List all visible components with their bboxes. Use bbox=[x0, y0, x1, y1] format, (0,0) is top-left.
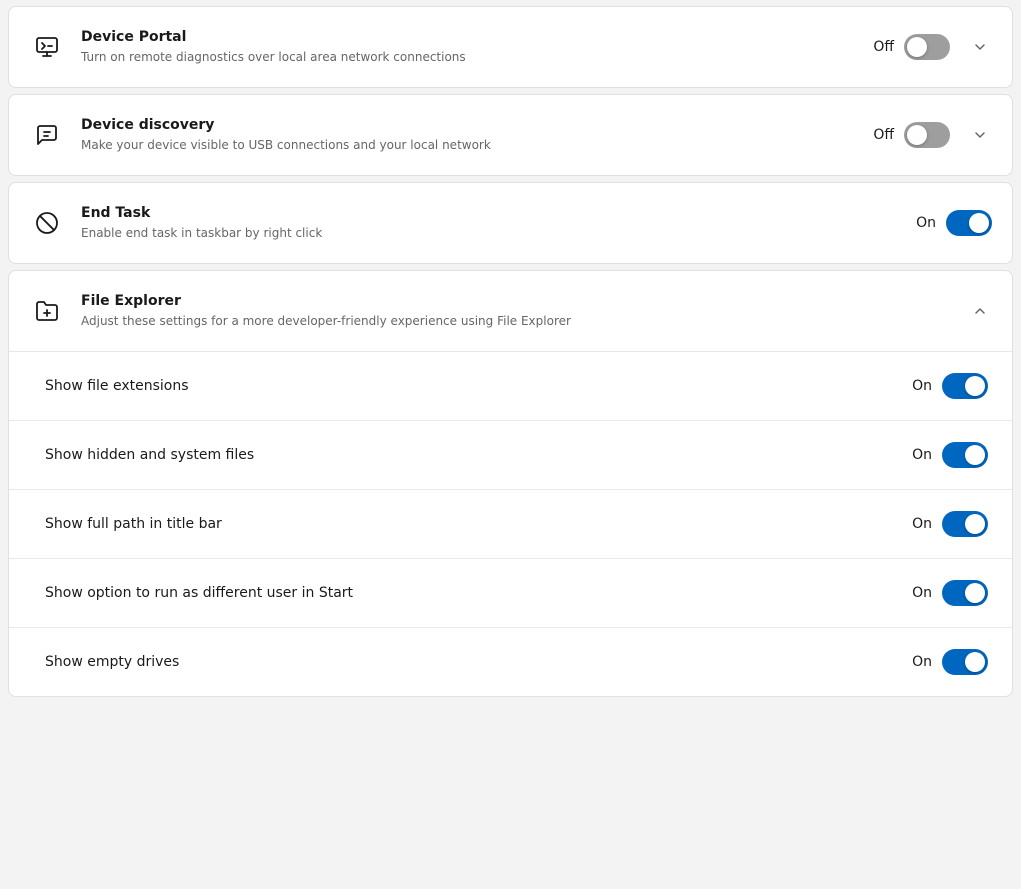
show-run-as-control: On bbox=[912, 580, 988, 606]
end-task-card: End Task Enable end task in taskbar by r… bbox=[8, 182, 1013, 264]
show-full-path-status: On bbox=[912, 516, 932, 532]
device-portal-text: Device Portal Turn on remote diagnostics… bbox=[81, 28, 873, 66]
show-run-as-thumb bbox=[965, 583, 985, 603]
show-empty-drives-control: On bbox=[912, 649, 988, 675]
device-portal-thumb bbox=[907, 37, 927, 57]
file-explorer-control bbox=[960, 299, 992, 323]
show-hidden-files-thumb bbox=[965, 445, 985, 465]
file-explorer-title: File Explorer bbox=[81, 292, 960, 312]
show-full-path-label: Show full path in title bar bbox=[45, 516, 912, 532]
show-file-extensions-thumb bbox=[965, 376, 985, 396]
device-portal-title: Device Portal bbox=[81, 28, 873, 48]
show-empty-drives-status: On bbox=[912, 654, 932, 670]
show-file-extensions-control: On bbox=[912, 373, 988, 399]
end-task-status: On bbox=[916, 215, 936, 231]
show-file-extensions-toggle[interactable] bbox=[942, 373, 988, 399]
show-empty-drives-toggle[interactable] bbox=[942, 649, 988, 675]
folder-icon bbox=[29, 293, 65, 329]
show-run-as-toggle[interactable] bbox=[942, 580, 988, 606]
end-task-title: End Task bbox=[81, 204, 916, 224]
device-portal-control: Off bbox=[873, 34, 992, 60]
end-task-description: Enable end task in taskbar by right clic… bbox=[81, 225, 916, 242]
show-hidden-files-label: Show hidden and system files bbox=[45, 447, 912, 463]
device-portal-status: Off bbox=[873, 39, 894, 55]
end-task-control: On bbox=[916, 210, 992, 236]
device-discovery-thumb bbox=[907, 125, 927, 145]
show-hidden-files-toggle[interactable] bbox=[942, 442, 988, 468]
device-discovery-title: Device discovery bbox=[81, 116, 873, 136]
device-discovery-text: Device discovery Make your device visibl… bbox=[81, 116, 873, 154]
file-explorer-card: File Explorer Adjust these settings for … bbox=[8, 270, 1013, 697]
show-file-extensions-row: Show file extensions On bbox=[9, 352, 1012, 420]
show-file-extensions-label: Show file extensions bbox=[45, 378, 912, 394]
show-empty-drives-label: Show empty drives bbox=[45, 654, 912, 670]
show-full-path-row: Show full path in title bar On bbox=[9, 490, 1012, 558]
device-discovery-toggle[interactable] bbox=[904, 122, 950, 148]
show-full-path-control: On bbox=[912, 511, 988, 537]
show-empty-drives-row: Show empty drives On bbox=[9, 628, 1012, 696]
show-hidden-files-row: Show hidden and system files On bbox=[9, 421, 1012, 489]
file-explorer-header-row[interactable]: File Explorer Adjust these settings for … bbox=[9, 271, 1012, 351]
device-discovery-row[interactable]: Device discovery Make your device visibl… bbox=[9, 95, 1012, 175]
device-portal-description: Turn on remote diagnostics over local ar… bbox=[81, 49, 873, 66]
device-discovery-card: Device discovery Make your device visibl… bbox=[8, 94, 1013, 176]
show-full-path-toggle[interactable] bbox=[942, 511, 988, 537]
end-task-icon bbox=[29, 205, 65, 241]
message-icon bbox=[29, 117, 65, 153]
file-explorer-text: File Explorer Adjust these settings for … bbox=[81, 292, 960, 330]
show-run-as-label: Show option to run as different user in … bbox=[45, 585, 912, 601]
end-task-text: End Task Enable end task in taskbar by r… bbox=[81, 204, 916, 242]
settings-container: Device Portal Turn on remote diagnostics… bbox=[0, 6, 1021, 697]
device-portal-chevron[interactable] bbox=[968, 35, 992, 59]
device-discovery-chevron[interactable] bbox=[968, 123, 992, 147]
show-empty-drives-thumb bbox=[965, 652, 985, 672]
file-explorer-chevron[interactable] bbox=[968, 299, 992, 323]
end-task-toggle[interactable] bbox=[946, 210, 992, 236]
show-hidden-files-status: On bbox=[912, 447, 932, 463]
show-file-extensions-status: On bbox=[912, 378, 932, 394]
end-task-thumb bbox=[969, 213, 989, 233]
device-discovery-control: Off bbox=[873, 122, 992, 148]
show-run-as-row: Show option to run as different user in … bbox=[9, 559, 1012, 627]
device-portal-toggle[interactable] bbox=[904, 34, 950, 60]
file-explorer-description: Adjust these settings for a more develop… bbox=[81, 313, 960, 330]
device-discovery-description: Make your device visible to USB connecti… bbox=[81, 137, 873, 154]
show-hidden-files-control: On bbox=[912, 442, 988, 468]
device-portal-card: Device Portal Turn on remote diagnostics… bbox=[8, 6, 1013, 88]
device-portal-row[interactable]: Device Portal Turn on remote diagnostics… bbox=[9, 7, 1012, 87]
show-full-path-thumb bbox=[965, 514, 985, 534]
monitor-icon bbox=[29, 29, 65, 65]
show-run-as-status: On bbox=[912, 585, 932, 601]
end-task-row: End Task Enable end task in taskbar by r… bbox=[9, 183, 1012, 263]
device-discovery-status: Off bbox=[873, 127, 894, 143]
